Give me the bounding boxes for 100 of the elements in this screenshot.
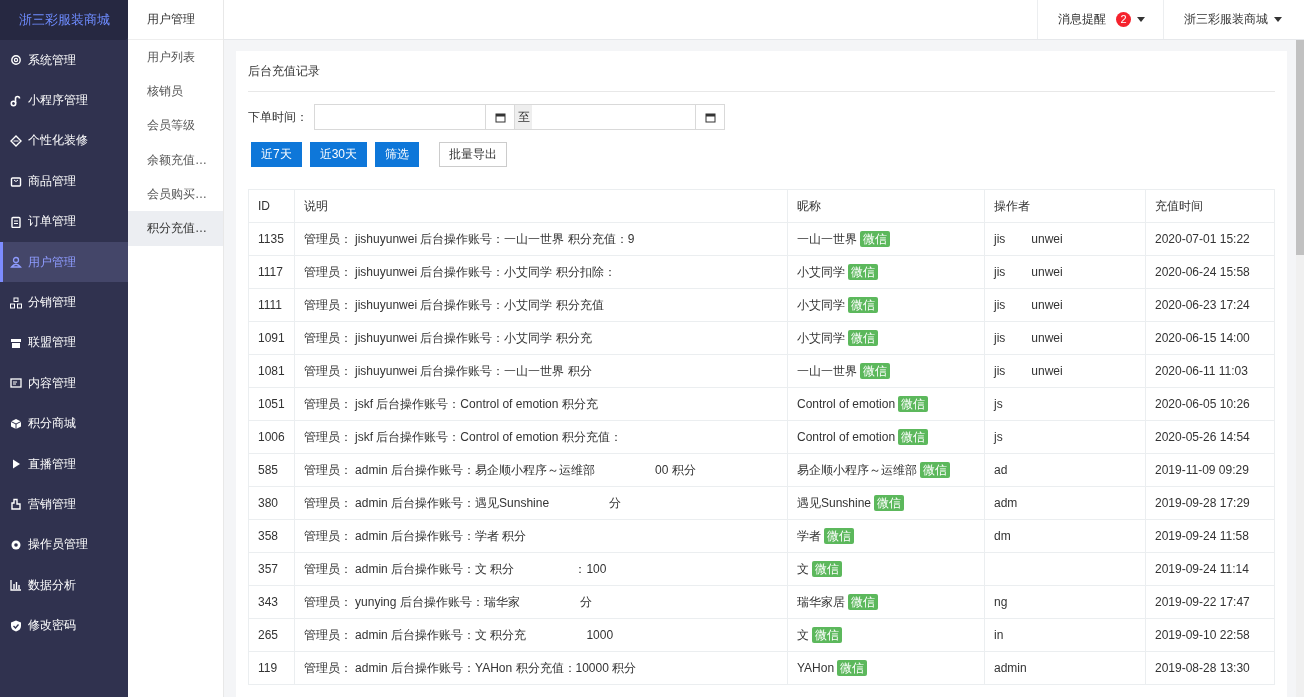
- filter-button[interactable]: 筛选: [375, 142, 420, 167]
- sidebar-item[interactable]: 系统管理: [0, 40, 128, 81]
- operator-text: dm: [994, 529, 1011, 543]
- sidebar-item[interactable]: 商品管理: [0, 161, 128, 202]
- operator-text: ng: [994, 595, 1008, 609]
- submenu-item[interactable]: 余额充值…: [128, 142, 223, 178]
- table-cell: 2019-09-28 17:29: [1145, 486, 1275, 520]
- scrollbar[interactable]: [1296, 40, 1304, 697]
- nickname-text: 文: [797, 627, 809, 642]
- nickname-text: 小艾同学: [797, 297, 845, 312]
- operator-text: js: [994, 430, 1003, 444]
- description-text: 管理员： admin 后台操作账号：文 积分: [303, 561, 515, 576]
- description-text: 管理员： jishuyunwei 后台操作账号：小艾同学 积分扣除：: [303, 264, 616, 279]
- description-text: 管理员： jishuyunwei 后台操作账号：小艾同学 积分充: [303, 330, 592, 345]
- sidebar-item[interactable]: 内容管理: [0, 363, 128, 404]
- wechat-tag: 微信: [874, 494, 905, 511]
- wechat-tag: 微信: [848, 593, 878, 610]
- sidebar-item[interactable]: 直播管理: [0, 443, 128, 485]
- description-text: 分: [609, 495, 622, 510]
- table-cell: 2019-11-09 09:29: [1145, 453, 1275, 487]
- operator-text: jis: [994, 364, 1006, 378]
- sidebar-item[interactable]: 订单管理: [0, 201, 128, 242]
- sidebar-item[interactable]: 积分商城: [0, 403, 128, 444]
- link-icon: [10, 94, 22, 107]
- table-cell: 1117: [248, 255, 295, 289]
- filter-label: 下单时间：: [248, 108, 309, 126]
- description-text: 管理员： jishuyunwei 后台操作账号：一山一世界 积分充值：9: [303, 231, 635, 246]
- description-text: 管理员： jskf 后台操作账号：Control of emotion 积分充值：: [303, 429, 622, 444]
- wechat-tag: 微信: [860, 362, 890, 379]
- sidebar-item[interactable]: 联盟管理: [0, 322, 128, 364]
- table-cell: 2020-06-15 14:00: [1145, 321, 1275, 355]
- table-cell: 265: [248, 618, 295, 652]
- bag-icon: [10, 175, 22, 188]
- sidebar-item[interactable]: 用户管理: [0, 241, 128, 283]
- sidebar-item[interactable]: 分销管理: [0, 282, 128, 323]
- submenu-title: 用户管理: [128, 0, 223, 40]
- brand-logo-text: 浙三彩服装商城: [0, 0, 128, 40]
- submenu-item[interactable]: 会员等级: [128, 108, 223, 143]
- cube-icon: [10, 417, 22, 430]
- sidebar-item[interactable]: 个性化装修: [0, 120, 128, 162]
- table-cell: 2020-06-05 10:26: [1145, 387, 1275, 421]
- table-cell: 380: [248, 486, 295, 520]
- sidebar-item[interactable]: 操作员管理: [0, 524, 128, 566]
- description-text: 管理员： jskf 后台操作账号：Control of emotion 积分充: [303, 396, 598, 411]
- wechat-tag: 微信: [824, 527, 854, 544]
- column-header: ID: [248, 189, 295, 223]
- operator-text: unwei: [1031, 265, 1063, 279]
- sidebar-item[interactable]: 小程序管理: [0, 80, 128, 121]
- operator-text: unwei: [1031, 364, 1063, 378]
- submenu-item[interactable]: 积分充值…: [128, 211, 223, 246]
- caret-icon: [1274, 17, 1282, 22]
- operator-text: js: [994, 397, 1003, 411]
- table-cell: 2019-09-24 11:14: [1145, 552, 1275, 586]
- column-header: 操作者: [984, 189, 1146, 223]
- clipboard-icon: [10, 215, 22, 228]
- table-cell: 357: [248, 552, 295, 586]
- operator-text: admin: [994, 661, 1027, 675]
- operator-text: jis: [994, 331, 1006, 345]
- table-cell: 1091: [248, 321, 295, 355]
- table-cell: 1111: [248, 288, 295, 322]
- operator-text: jis: [994, 265, 1006, 279]
- hierarchy-icon: [10, 296, 22, 309]
- submenu-item[interactable]: 用户列表: [128, 40, 223, 75]
- nickname-text: 易企顺小程序～运维部: [797, 462, 917, 477]
- user-icon: [10, 256, 22, 269]
- description-text: 分: [579, 594, 592, 609]
- wechat-tag: 微信: [898, 396, 929, 412]
- description-text: ：100: [574, 561, 607, 576]
- operator-text: ad: [994, 463, 1008, 477]
- description-text: 管理员： admin 后台操作账号：学者 积分: [303, 528, 527, 543]
- submenu-item[interactable]: 会员购买…: [128, 177, 223, 212]
- description-text: 管理员： admin 后台操作账号：遇见Sunshine: [303, 495, 550, 510]
- notifications-menu[interactable]: 消息提醒 2: [1037, 0, 1163, 39]
- nickname-text: YAHon: [797, 661, 835, 675]
- calendar-icon: [494, 111, 506, 123]
- play-icon: [10, 458, 22, 471]
- account-menu[interactable]: 浙三彩服装商城: [1163, 0, 1304, 39]
- sidebar-item[interactable]: 数据分析: [0, 565, 128, 606]
- submenu-item[interactable]: 核销员: [128, 74, 223, 109]
- column-header: 说明: [294, 189, 788, 223]
- filter-button[interactable]: 近7天: [251, 142, 302, 167]
- diamond-icon: [10, 134, 22, 147]
- notifications-label: 消息提醒: [1058, 11, 1106, 28]
- table-cell: 1006: [248, 420, 295, 454]
- filter-button[interactable]: 近30天: [309, 142, 368, 167]
- sidebar-item[interactable]: 修改密码: [0, 605, 128, 646]
- table-cell: 2020-07-01 15:22: [1145, 222, 1275, 256]
- description-text: 1000: [586, 627, 614, 642]
- filter-button[interactable]: 批量导出: [439, 142, 508, 167]
- store-icon: [10, 336, 22, 349]
- operator-text: jis: [994, 298, 1006, 312]
- description-text: 管理员： yunying 后台操作账号：瑞华家: [303, 594, 520, 609]
- description-text: 管理员： admin 后台操作账号：文 积分充: [303, 627, 527, 642]
- caret-icon: [1137, 17, 1145, 22]
- table-cell: 2020-06-11 11:03: [1145, 354, 1275, 388]
- date-range-field[interactable]: 至: [314, 104, 725, 130]
- sidebar-item[interactable]: 营销管理: [0, 484, 128, 525]
- table-cell: 343: [248, 585, 295, 619]
- wechat-tag: 微信: [898, 429, 929, 445]
- nickname-text: Control of emotion: [797, 430, 896, 444]
